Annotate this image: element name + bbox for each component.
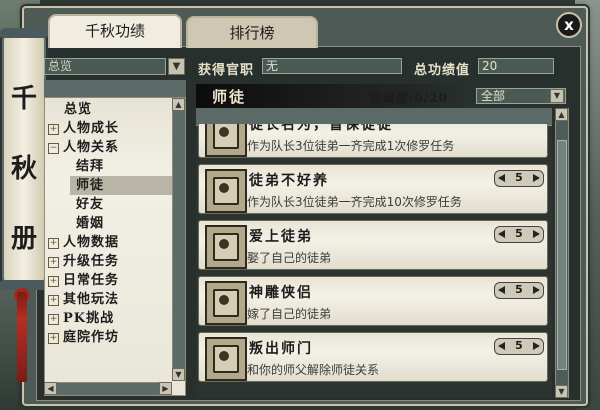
scroll-right-icon[interactable]: ▶ — [159, 382, 172, 395]
expand-icon[interactable]: + — [48, 314, 59, 325]
achievement-card[interactable]: 爱上徒弟 娶了自己的徒弟 5 — [198, 220, 548, 270]
achievement-points: 5 — [494, 226, 544, 243]
tree-item-overview[interactable]: 总览 — [64, 100, 92, 119]
expand-icon[interactable]: + — [48, 333, 59, 344]
total-merit-value: 20 — [478, 58, 554, 74]
tree-item-label: 升级任务 — [63, 254, 120, 269]
scroll-char: 册 — [10, 224, 37, 254]
achievement-icon — [205, 337, 247, 381]
tab-ranking[interactable]: 排行榜 — [186, 16, 318, 48]
tree-vertical-scrollbar[interactable] — [172, 98, 185, 380]
tree-item-sworn[interactable]: 结拜 — [76, 157, 104, 176]
achievement-icon — [205, 225, 247, 269]
expand-icon[interactable]: + — [48, 238, 59, 249]
achievement-points: 5 — [494, 338, 544, 355]
overview-select[interactable]: 总览 — [44, 58, 166, 75]
dropdown-arrow-icon[interactable]: ▼ — [168, 58, 185, 75]
scroll-cap-top — [0, 28, 48, 38]
expand-icon[interactable]: + — [48, 276, 59, 287]
tree-item-daily-quests[interactable]: + 日常任务 — [48, 271, 119, 290]
official-title-label: 获得官职 — [198, 63, 255, 78]
tree-item-level-quests[interactable]: + 升级任务 — [48, 252, 119, 271]
tab-achievements[interactable]: 千秋功绩 — [48, 14, 182, 48]
tree-item-label: 其他玩法 — [63, 292, 120, 307]
close-button[interactable]: x — [556, 12, 582, 38]
category-title: 师徒 — [212, 88, 247, 106]
tree-horizontal-scrollbar[interactable] — [44, 382, 172, 395]
achievement-points: 5 — [494, 282, 544, 299]
tree-item-label: 人物关系 — [63, 140, 120, 155]
list-scroll-thumb[interactable] — [557, 140, 567, 370]
tree-item-master-apprentice[interactable]: 师徒 — [70, 176, 172, 195]
achievement-desc: 和你的师父解除师徒关系 — [247, 363, 380, 377]
achievement-title: 叛出师门 — [249, 341, 313, 357]
scroll-up-icon[interactable]: ▲ — [172, 98, 185, 111]
achievement-title: 神雕侠侣 — [249, 285, 313, 301]
scroll-down-icon[interactable]: ▼ — [172, 368, 185, 381]
tree-item-courtyard[interactable]: + 庭院作坊 — [48, 328, 119, 347]
achievement-title: 徒弟不好养 — [249, 173, 329, 189]
achievement-points: 5 — [494, 170, 544, 187]
achievement-desc: 作为队长3位徒弟一齐完成1次修罗任务 — [247, 139, 455, 153]
scroll-char: 秋 — [10, 154, 37, 184]
total-merit-label: 总功绩值 — [414, 63, 471, 78]
achievement-icon — [205, 169, 247, 213]
scroll-up-icon[interactable]: ▲ — [555, 108, 568, 121]
achievement-card[interactable]: 徒弟不好养 作为队长3位徒弟一齐完成10次修罗任务 5 — [198, 164, 548, 214]
tree-item-other-play[interactable]: + 其他玩法 — [48, 290, 119, 309]
tree-header-bar — [44, 80, 186, 98]
achievement-title: 爱上徒弟 — [249, 229, 313, 245]
tree-item-label: 庭院作坊 — [63, 330, 120, 345]
tree-item-label: 日常任务 — [63, 273, 120, 288]
scroll-left-icon[interactable]: ◀ — [44, 382, 57, 395]
collapse-icon[interactable]: − — [48, 143, 59, 154]
tree-item-label: 人物数据 — [63, 235, 120, 250]
achievement-desc: 嫁了自己的徒弟 — [247, 307, 332, 321]
tree-item-label: PK挑战 — [63, 311, 115, 326]
expand-icon[interactable]: + — [48, 124, 59, 135]
scroll-char: 千 — [10, 84, 37, 114]
dropdown-arrow-icon[interactable]: ▼ — [550, 89, 564, 103]
official-title-value: 无 — [262, 58, 402, 74]
expand-icon[interactable]: + — [48, 295, 59, 306]
scroll-down-icon[interactable]: ▼ — [555, 385, 568, 398]
tree-item-pk[interactable]: + PK挑战 — [48, 309, 114, 328]
tree-item-relations[interactable]: − 人物关系 — [48, 138, 119, 157]
list-header-bar — [196, 108, 552, 126]
achievement-desc: 作为队长3位徒弟一齐完成10次修罗任务 — [247, 195, 462, 209]
achievement-desc: 娶了自己的徒弟 — [247, 251, 332, 265]
progress-text: 完成度:0/20 — [370, 91, 448, 105]
achievement-card[interactable]: 神雕侠侣 嫁了自己的徒弟 5 — [198, 276, 548, 326]
tree-item-label: 人物成长 — [63, 121, 120, 136]
tree-item-character-data[interactable]: + 人物数据 — [48, 233, 119, 252]
achievement-card[interactable]: 叛出师门 和你的师父解除师徒关系 5 — [198, 332, 548, 382]
achievement-icon — [205, 281, 247, 325]
tree-item-marriage[interactable]: 婚姻 — [76, 214, 104, 233]
tassel — [17, 292, 27, 382]
tree-item-growth[interactable]: + 人物成长 — [48, 119, 119, 138]
expand-icon[interactable]: + — [48, 257, 59, 268]
tree-item-friends[interactable]: 好友 — [76, 195, 104, 214]
